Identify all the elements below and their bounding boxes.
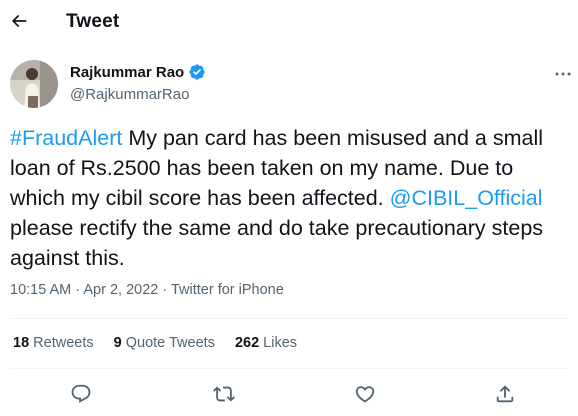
mention-link[interactable]: @CIBIL_Official xyxy=(390,186,543,210)
tweet-date[interactable]: Apr 2, 2022 xyxy=(83,282,158,298)
tweet-text-part2: please rectify the same and do take prec… xyxy=(10,216,544,270)
tweet-text: #FraudAlert My pan card has been misused… xyxy=(10,123,570,273)
likes-count: 262 xyxy=(234,335,260,351)
tweet-source[interactable]: Twitter for iPhone xyxy=(171,282,284,298)
quote-tweets-count: 9 xyxy=(113,335,122,351)
more-icon[interactable] xyxy=(554,67,572,81)
divider xyxy=(10,368,568,369)
engagement-stats: 18 Retweets 9 Quote Tweets 262 Likes xyxy=(13,335,297,351)
quote-tweets-stat[interactable]: 9 Quote Tweets xyxy=(114,335,215,351)
tweet-time[interactable]: 10:15 AM xyxy=(10,282,71,298)
like-icon[interactable] xyxy=(354,383,376,405)
avatar[interactable] xyxy=(10,60,58,108)
quote-tweets-label: Quote Tweets xyxy=(125,335,215,351)
tweet-meta: 10:15 AM · Apr 2, 2022 · Twitter for iPh… xyxy=(10,282,284,298)
tweet-actions xyxy=(0,380,578,410)
hashtag-link[interactable]: #FraudAlert xyxy=(10,126,122,150)
retweets-stat[interactable]: 18 Retweets xyxy=(13,335,94,351)
reply-icon[interactable] xyxy=(70,383,92,405)
retweet-icon[interactable] xyxy=(213,383,235,405)
meta-separator: · xyxy=(71,282,84,298)
back-arrow-icon[interactable] xyxy=(9,11,29,31)
tweet-header: Tweet xyxy=(0,0,578,46)
page-title: Tweet xyxy=(66,11,120,32)
share-icon[interactable] xyxy=(494,383,516,405)
retweets-count: 18 xyxy=(13,335,30,351)
meta-separator: · xyxy=(158,282,171,298)
likes-label: Likes xyxy=(263,335,298,351)
verified-badge-icon xyxy=(189,64,205,80)
retweets-label: Retweets xyxy=(33,335,94,351)
divider xyxy=(10,318,568,319)
likes-stat[interactable]: 262 Likes xyxy=(235,335,297,351)
author-name[interactable]: Rajkummar Rao xyxy=(70,64,184,81)
author-handle[interactable]: @RajkummarRao xyxy=(70,86,189,103)
author-name-row: Rajkummar Rao xyxy=(70,63,206,81)
